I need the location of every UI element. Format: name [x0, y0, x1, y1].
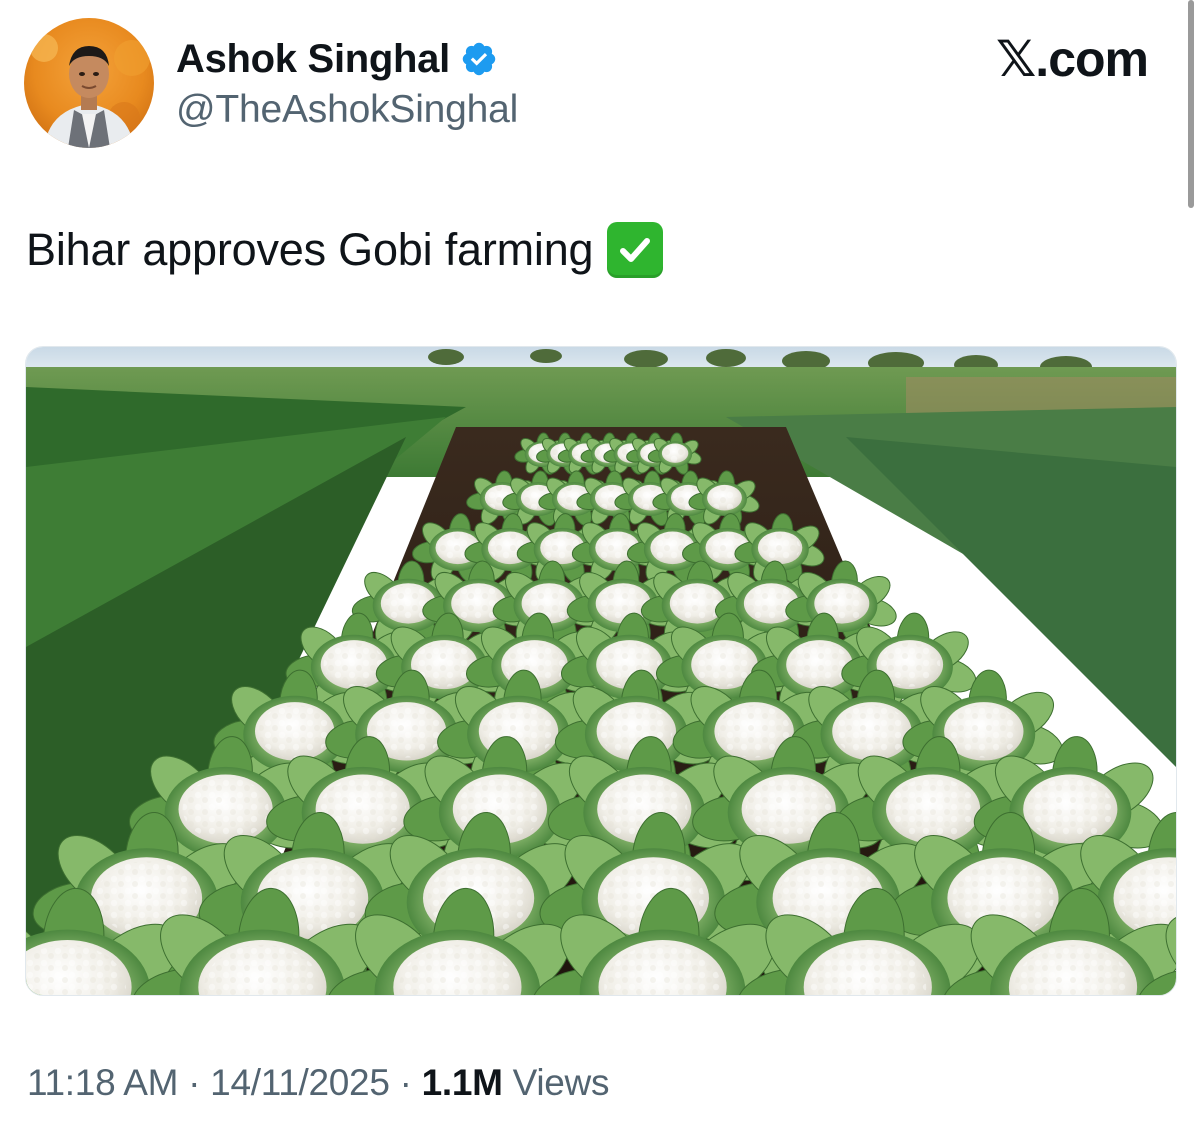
author-handle[interactable]: @TheAshokSinghal — [176, 88, 518, 132]
scrollbar-thumb[interactable] — [1188, 0, 1194, 208]
views-label: Views — [502, 1062, 610, 1103]
avatar-image — [24, 18, 154, 148]
meta-separator: · — [178, 1062, 211, 1103]
tweet-date[interactable]: 14/11/2025 — [210, 1062, 390, 1104]
tweet-time[interactable]: 11:18 AM — [27, 1062, 178, 1104]
tweet-text-content: Bihar approves Gobi farming — [26, 224, 594, 275]
author-avatar[interactable] — [24, 18, 154, 148]
check-mark-button-icon — [607, 222, 664, 278]
cauliflower-field-image — [26, 347, 1176, 995]
verified-badge-icon[interactable] — [460, 40, 498, 78]
tweet-meta: 11:18 AM · 14/11/2025 · 1.1M Views — [27, 1062, 609, 1104]
x-brand-logo: 𝕏.com — [996, 31, 1149, 87]
author-name-row: Ashok Singhal — [176, 34, 498, 84]
tweet-media-image[interactable] — [25, 346, 1177, 996]
meta-separator: · — [389, 1062, 422, 1103]
author-display-name[interactable]: Ashok Singhal — [176, 37, 450, 82]
tweet-text: Bihar approves Gobi farming — [26, 222, 664, 278]
views-count[interactable]: 1.1M — [422, 1062, 503, 1104]
